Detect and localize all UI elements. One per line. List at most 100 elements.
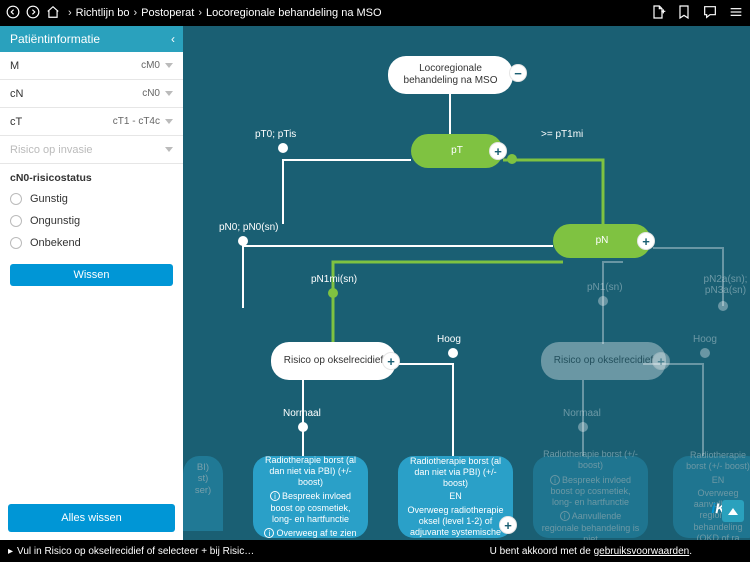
node-card-partial: BI) st) ser)	[183, 456, 223, 531]
comment-icon[interactable]	[702, 4, 718, 23]
card-line: Radiotherapie borst (+/- boost)	[681, 450, 750, 473]
radio-gunstig[interactable]: Gunstig	[0, 188, 183, 210]
node-label: Risico op okselrecidief	[554, 355, 654, 368]
node-risk[interactable]: Risico op okselrecidief	[271, 342, 396, 380]
row-risico-invasie: Risico op invasie	[0, 136, 183, 164]
crumb-2[interactable]: Postoperat	[141, 7, 194, 19]
node-card-4: Radiotherapie borst (+/- boost) EN Overw…	[673, 456, 750, 538]
home-icon[interactable]	[46, 5, 60, 22]
card-line: EN	[449, 491, 462, 502]
row-cN[interactable]: cN cN0	[0, 80, 183, 108]
chevron-right-icon: ›	[133, 7, 137, 19]
node-label: Locoregionale behandeling na MSO	[396, 63, 505, 88]
sidebar-title: Patiëntinformatie	[10, 32, 100, 46]
chevron-right-icon: ▸	[8, 546, 13, 557]
terms-text: U bent akkoord met de gebruiksvoorwaarde…	[490, 546, 692, 557]
card-line: EN	[712, 475, 725, 486]
breadcrumb: › Richtlijn bo › Postoperat › Locoregion…	[68, 7, 382, 19]
bottom-bar: ▸ Vul in Risico op okselrecidief of sele…	[0, 540, 750, 562]
top-bar: › Richtlijn bo › Postoperat › Locoregion…	[0, 0, 750, 26]
branch-dot	[238, 236, 248, 246]
node-card-3: Radiotherapie borst (+/- boost) iBespree…	[533, 456, 648, 538]
chevron-down-icon	[162, 116, 173, 127]
node-card-1[interactable]: Radiotherapie borst (al dan niet via PBI…	[253, 456, 368, 538]
scroll-up-button[interactable]	[722, 500, 744, 522]
radio-ongunstig[interactable]: Ongunstig	[0, 210, 183, 232]
export-icon[interactable]	[650, 4, 666, 23]
collapse-icon[interactable]: −	[509, 64, 527, 82]
collapse-sidebar-icon[interactable]: ‹	[171, 32, 175, 46]
card-line: iBespreek invloed boost op cosmetiek, lo…	[261, 491, 360, 525]
edge-label-pT-right: >= pT1mi	[541, 129, 583, 140]
row-value: cT1 - cT4c	[113, 116, 173, 127]
radio-onbekend[interactable]: Onbekend	[0, 232, 183, 254]
crumb-1[interactable]: Richtlijn bo	[76, 7, 130, 19]
card-line: iAanvullende regionale behandeling is ni…	[541, 511, 640, 540]
chevron-down-icon	[162, 60, 173, 71]
menu-icon[interactable]	[728, 4, 744, 23]
radio-icon	[10, 237, 22, 249]
app-root: { "topbar": { "crumbs": ["Richtlijn bo",…	[0, 0, 750, 562]
node-label: Risico op okselrecidief	[284, 355, 384, 368]
chevron-down-icon	[162, 88, 173, 99]
row-label: M	[10, 60, 19, 72]
edge-label-pN1mi: pN1mi(sn)	[311, 274, 357, 285]
bookmark-icon[interactable]	[676, 4, 692, 23]
alles-wissen-button[interactable]: Alles wissen	[8, 504, 175, 532]
info-icon: i	[550, 475, 560, 485]
node-label: BI) st) ser)	[195, 462, 211, 496]
chevron-down-icon	[162, 147, 173, 152]
branch-dot	[578, 422, 588, 432]
radio-label: Ongunstig	[30, 215, 80, 227]
topbar-actions	[650, 4, 744, 23]
expand-icon[interactable]: +	[382, 352, 400, 370]
row-label: cT	[10, 116, 22, 128]
expand-icon[interactable]: +	[499, 516, 517, 534]
main-area: Patiëntinformatie ‹ M cM0 cN cN0 cT cT1 …	[0, 26, 750, 540]
expand-icon[interactable]: +	[489, 142, 507, 160]
info-icon: i	[560, 511, 570, 521]
back-icon[interactable]	[6, 5, 20, 22]
terms-suffix: .	[689, 546, 692, 557]
row-M[interactable]: M cM0	[0, 52, 183, 80]
row-value: cN0	[142, 88, 173, 99]
edge-label-normaal: Normaal	[283, 408, 321, 419]
edge-label-pT-left: pT0; pTis	[255, 129, 296, 140]
edge-label-pN1: pN1(sn)	[587, 282, 623, 293]
row-value: cM0	[141, 60, 173, 71]
edge-label-hoog2: Hoog	[693, 334, 717, 345]
expand-icon[interactable]: +	[637, 232, 655, 250]
radio-label: Gunstig	[30, 193, 68, 205]
card-line: Overweeg radiotherapie oksel (level 1-2)…	[406, 505, 505, 539]
crumb-3[interactable]: Locoregionale behandeling na MSO	[206, 7, 382, 19]
node-label: pN	[596, 235, 609, 248]
card-line: Radiotherapie borst (al dan niet via PBI…	[261, 455, 360, 489]
edge-label-pN2: pN2a(sn); pN3a(sn)	[698, 274, 750, 296]
branch-dot	[598, 296, 608, 306]
node-root: Locoregionale behandeling na MSO	[388, 56, 513, 94]
chevron-right-icon: ›	[68, 7, 72, 19]
terms-prefix: U bent akkoord met de	[490, 546, 594, 557]
row-cT[interactable]: cT cT1 - cT4c	[0, 108, 183, 136]
sidebar-bottom: Alles wissen	[0, 496, 183, 540]
expand-icon[interactable]: +	[652, 352, 670, 370]
hint-label: Vul in Risico op okselrecidief of select…	[17, 546, 254, 557]
edge-label-hoog: Hoog	[437, 334, 461, 345]
branch-dot	[278, 143, 288, 153]
terms-link[interactable]: gebruiksvoorwaarden	[594, 546, 690, 557]
edge-label-normaal2: Normaal	[563, 408, 601, 419]
info-icon: i	[270, 491, 280, 501]
sidebar-header: Patiëntinformatie ‹	[0, 26, 183, 52]
hint-text: ▸ Vul in Risico op okselrecidief of sele…	[8, 546, 254, 557]
branch-dot	[298, 422, 308, 432]
node-label: pT	[451, 145, 463, 158]
node-card-2[interactable]: Radiotherapie borst (al dan niet via PBI…	[398, 456, 513, 538]
forward-icon[interactable]	[26, 5, 40, 22]
card-line: iBespreek invloed boost op cosmetiek, lo…	[541, 475, 640, 509]
flow-canvas[interactable]: Locoregionale behandeling na MSO − pT + …	[183, 26, 750, 540]
branch-dot	[718, 301, 728, 311]
card-line: iOverweeg af te zien	[264, 528, 356, 539]
card-line: Radiotherapie borst (al dan niet via PBI…	[406, 456, 505, 490]
info-icon: i	[264, 528, 274, 538]
wissen-button[interactable]: Wissen	[10, 264, 173, 286]
